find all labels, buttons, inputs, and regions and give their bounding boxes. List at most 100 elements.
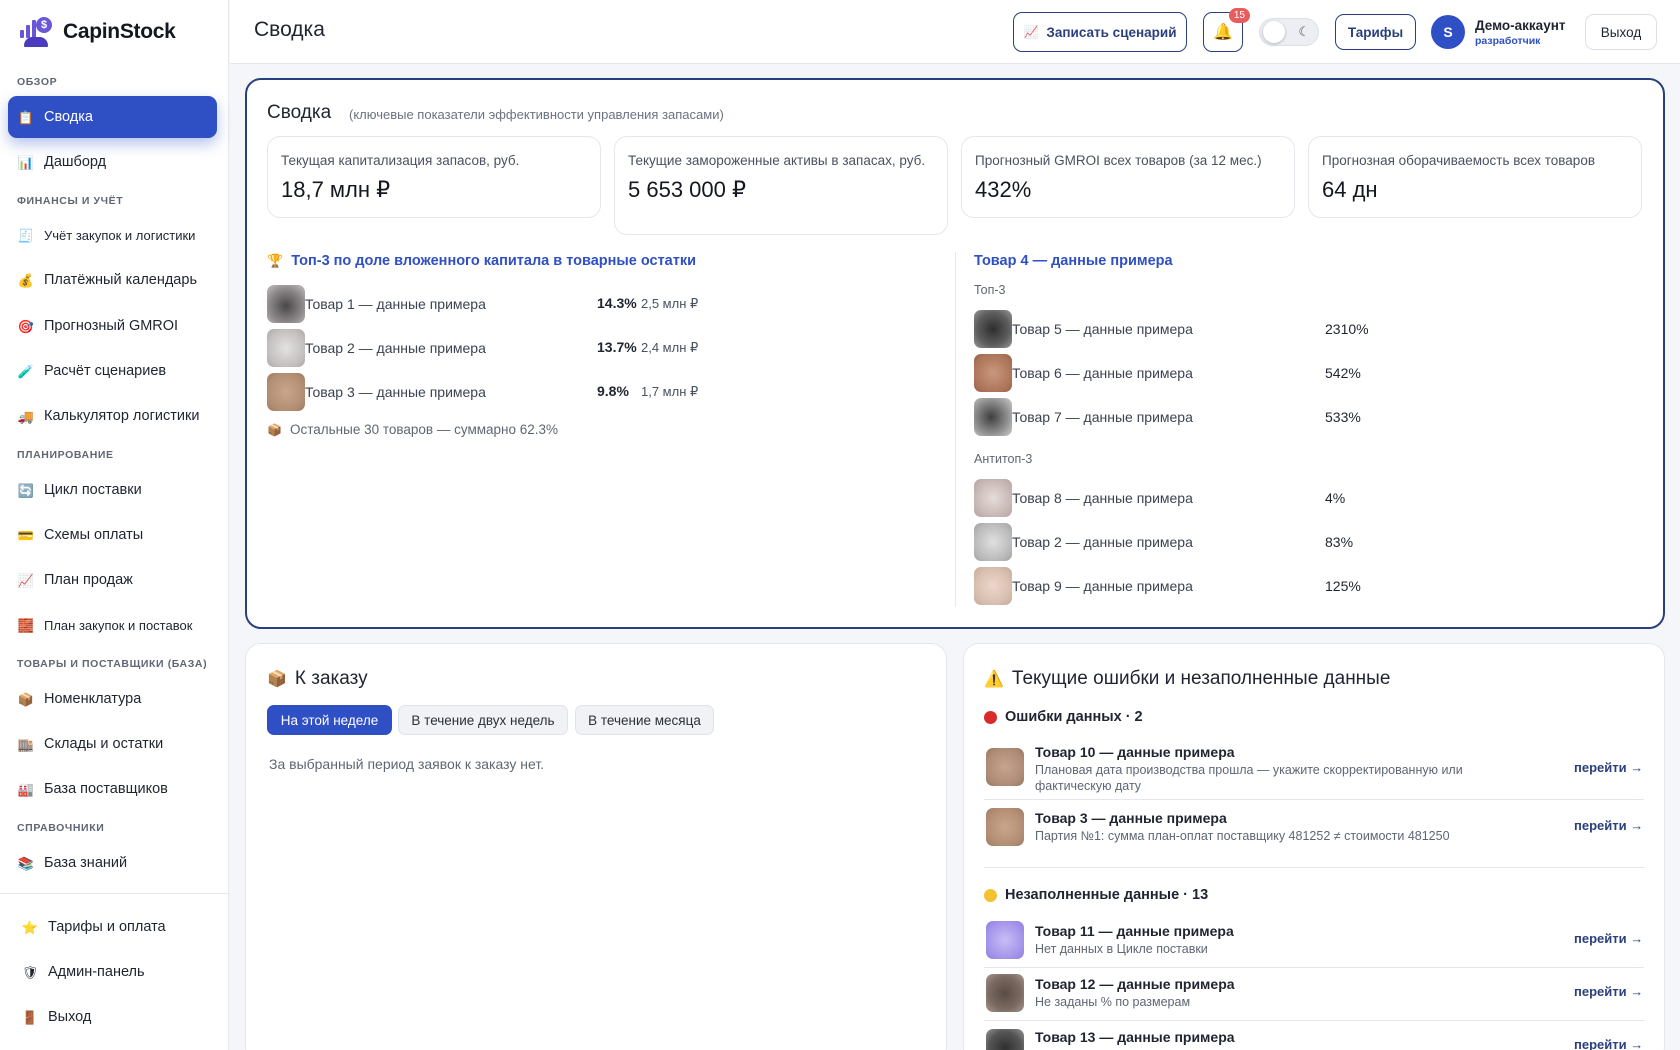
empty-data-item[interactable]: Товар 13 — данные примера перейти → bbox=[984, 1029, 1644, 1050]
gmroi-top-row[interactable]: Товар 7 — данные примера bbox=[974, 397, 1193, 437]
gmroi-anti-row[interactable]: Товар 8 — данные примера bbox=[974, 478, 1193, 518]
trophy-icon: 🏆 bbox=[267, 253, 284, 268]
account-role: разработчик bbox=[1475, 35, 1541, 47]
sidebar-item-purchase-plan[interactable]: 🧱 План закупок и поставок bbox=[8, 604, 217, 646]
tariffs-button[interactable]: Тарифы bbox=[1335, 14, 1416, 50]
sidebar-item-suppliers[interactable]: 🏭 База поставщиков bbox=[8, 768, 217, 810]
sidebar-item-label: База знаний bbox=[44, 855, 128, 871]
sidebar-item-admin[interactable]: 🛡 Админ-панель bbox=[8, 951, 217, 993]
go-link[interactable]: перейти → bbox=[1574, 931, 1643, 946]
antitop3-label: Антитоп-3 bbox=[974, 452, 1033, 466]
kpi-capitalization: Текущая капитализация запасов, руб. 18,7… bbox=[267, 136, 601, 218]
red-dot-icon bbox=[984, 710, 997, 724]
summary-subtitle: (ключевые показатели эффективности управ… bbox=[349, 107, 724, 122]
toggle-knob bbox=[1263, 21, 1285, 43]
empty-description: Не заданы % по размерам bbox=[1035, 995, 1191, 1009]
capinstock-logo-icon: $ bbox=[20, 17, 54, 47]
top-capital-row[interactable]: Товар 2 — данные примера bbox=[267, 328, 486, 368]
orders-title: 📦 К заказу bbox=[267, 668, 368, 690]
product-thumbnail bbox=[986, 808, 1024, 846]
capital-sum: 2,4 млн ₽ bbox=[641, 340, 699, 355]
sidebar-item-label: Склады и остатки bbox=[44, 736, 164, 752]
gmroi-top-row[interactable]: Товар 6 — данные примера bbox=[974, 353, 1193, 393]
target-icon: 🎯 bbox=[17, 318, 35, 334]
account-name: Демо-аккаунт bbox=[1475, 18, 1566, 33]
moon-icon: ☾ bbox=[1298, 24, 1310, 39]
nav-section-planning: ПЛАНИРОВАНИЕ bbox=[17, 449, 114, 461]
sidebar-item-label: Выход bbox=[48, 1009, 92, 1025]
go-link[interactable]: перейти → bbox=[1574, 760, 1643, 775]
sidebar-item-supply-cycle[interactable]: 🔄 Цикл поставки bbox=[8, 469, 217, 511]
tab-two-weeks[interactable]: В течение двух недель bbox=[398, 705, 568, 735]
product-thumbnail bbox=[986, 1029, 1024, 1050]
top-capital-row[interactable]: Товар 3 — данные примера bbox=[267, 372, 486, 412]
error-description: Партия №1: сумма план-оплат поставщику 4… bbox=[1035, 829, 1450, 843]
door-icon: 🚪 bbox=[21, 1009, 39, 1025]
empty-data-item[interactable]: Товар 12 — данные примера Не заданы % по… bbox=[984, 974, 1644, 1016]
notifications-button[interactable]: 🔔 15 bbox=[1203, 8, 1250, 52]
product-thumbnail bbox=[986, 921, 1024, 959]
chart-up-icon: 📈 bbox=[1023, 25, 1039, 39]
tab-this-week[interactable]: На этой неделе bbox=[267, 705, 392, 735]
sidebar: $ CapinStock ОБЗОР 📋 Сводка 📊 Дашборд ФИ… bbox=[0, 0, 229, 1050]
kpi-gmroi: Прогнозный GMROI всех товаров (за 12 мес… bbox=[961, 136, 1295, 218]
product-thumbnail bbox=[974, 479, 1012, 517]
sidebar-item-logout[interactable]: 🚪 Выход bbox=[8, 996, 217, 1038]
record-scenario-button[interactable]: 📈 Записать сценарий bbox=[1013, 12, 1187, 52]
avatar[interactable]: S bbox=[1431, 15, 1465, 49]
sidebar-item-payment-schemes[interactable]: 💳 Схемы оплаты bbox=[8, 514, 217, 556]
sidebar-item-label: База поставщиков bbox=[44, 781, 168, 797]
app-logo[interactable]: $ CapinStock bbox=[20, 17, 176, 47]
empty-description: Нет данных в Цикле поставки bbox=[1035, 942, 1208, 956]
sidebar-item-summary[interactable]: 📋 Сводка bbox=[8, 96, 217, 138]
gmroi-anti-row[interactable]: Товар 9 — данные примера bbox=[974, 566, 1193, 606]
notifications-badge: 15 bbox=[1228, 8, 1250, 23]
kpi-label: Текущие замороженные активы в запасах, р… bbox=[628, 153, 926, 168]
gmroi-top-row[interactable]: Товар 5 — данные примера bbox=[974, 309, 1193, 349]
kpi-label: Прогнозная оборачиваемость всех товаров bbox=[1322, 153, 1595, 168]
sidebar-item-dashboard[interactable]: 📊 Дашборд bbox=[8, 141, 217, 183]
kpi-frozen-assets: Текущие замороженные активы в запасах, р… bbox=[614, 136, 948, 235]
rest-summary: 📦 Остальные 30 товаров — суммарно 62.3% bbox=[267, 422, 558, 437]
gmroi-heading: Товар 4 — данные примера bbox=[974, 253, 1173, 269]
summary-title: Сводка bbox=[267, 102, 332, 123]
sidebar-item-warehouses[interactable]: 🏬 Склады и остатки bbox=[8, 723, 217, 765]
sidebar-item-sales-plan[interactable]: 📈 План продаж bbox=[8, 559, 217, 601]
sidebar-item-label: Цикл поставки bbox=[44, 482, 142, 498]
error-item[interactable]: Товар 10 — данные примера Плановая дата … bbox=[984, 744, 1644, 800]
record-scenario-label: Записать сценарий bbox=[1046, 24, 1177, 40]
gmroi-anti-row[interactable]: Товар 2 — данные примера bbox=[974, 522, 1193, 562]
error-product-name: Товар 3 — данные примера bbox=[1035, 810, 1227, 826]
product-thumbnail bbox=[986, 974, 1024, 1012]
sidebar-item-nomenclature[interactable]: 📦 Номенклатура bbox=[8, 678, 217, 720]
truck-icon: 🚚 bbox=[17, 408, 35, 424]
sidebar-item-label: План продаж bbox=[44, 572, 133, 588]
top-capital-row[interactable]: Товар 1 — данные примера bbox=[267, 284, 486, 324]
sidebar-item-label: Тарифы и оплата bbox=[48, 919, 166, 935]
product-thumbnail bbox=[974, 567, 1012, 605]
orders-title-text: К заказу bbox=[294, 668, 368, 689]
empty-data-item[interactable]: Товар 11 — данные примера Нет данных в Ц… bbox=[984, 921, 1644, 963]
error-item[interactable]: Товар 3 — данные примера Партия №1: сумм… bbox=[984, 808, 1644, 850]
go-link[interactable]: перейти → bbox=[1574, 818, 1643, 833]
clipboard-icon: 📋 bbox=[17, 109, 35, 125]
sidebar-item-logistics-calculator[interactable]: 🚚 Калькулятор логистики bbox=[8, 395, 217, 437]
group-title-text: Ошибки данных · 2 bbox=[1005, 709, 1143, 725]
go-link[interactable]: перейти → bbox=[1574, 1037, 1643, 1050]
package-icon: 📦 bbox=[267, 671, 287, 688]
product-name: Товар 2 — данные примера bbox=[305, 340, 486, 356]
sidebar-item-payment-calendar[interactable]: 💰 Платёжный календарь bbox=[8, 259, 217, 301]
logout-button[interactable]: Выход bbox=[1585, 14, 1657, 50]
top3-label: Топ-3 bbox=[974, 283, 1006, 297]
empty-product-name: Товар 12 — данные примера bbox=[1035, 976, 1235, 992]
sidebar-item-forecast-gmroi[interactable]: 🎯 Прогнозный GMROI bbox=[8, 305, 217, 347]
theme-toggle[interactable]: ☾ bbox=[1259, 18, 1319, 46]
sidebar-item-tariffs[interactable]: ⭐ Тарифы и оплата bbox=[8, 906, 217, 948]
sidebar-item-label: Номенклатура bbox=[44, 691, 142, 707]
sidebar-item-scenarios[interactable]: 🧪 Расчёт сценариев bbox=[8, 350, 217, 392]
tab-month[interactable]: В течение месяца bbox=[575, 705, 714, 735]
sidebar-item-knowledge-base[interactable]: 📚 База знаний bbox=[8, 842, 217, 884]
go-link[interactable]: перейти → bbox=[1574, 984, 1643, 999]
sidebar-item-purchases-logistics[interactable]: 🧾 Учёт закупок и логистики bbox=[8, 214, 217, 256]
shield-icon: 🛡 bbox=[21, 964, 39, 980]
